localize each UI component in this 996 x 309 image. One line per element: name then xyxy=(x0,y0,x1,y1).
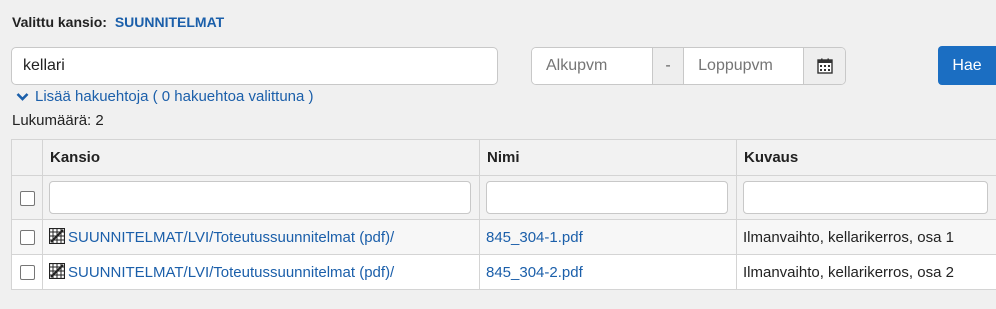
folder-grid-icon xyxy=(49,228,65,244)
filter-cell-name xyxy=(479,175,737,220)
selected-folder-label: Valittu kansio: xyxy=(12,14,107,30)
selected-folder-value: SUUNNITELMAT xyxy=(114,14,225,30)
chevron-down-icon xyxy=(16,92,29,101)
row-description: Ilmanvaihto, kellarikerros, osa 2 xyxy=(736,254,996,290)
filter-cell-folder xyxy=(42,175,480,220)
row-file-link[interactable]: 845_304-2.pdf xyxy=(486,264,583,281)
column-header-name[interactable]: Nimi xyxy=(479,139,737,176)
row-folder-cell: SUUNNITELMAT/LVI/Toteutussuunnitelmat (p… xyxy=(42,219,480,255)
filter-row xyxy=(11,175,996,220)
row-select-cell xyxy=(11,219,43,255)
column-header-folder[interactable]: Kansio xyxy=(42,139,480,176)
filter-cell-description xyxy=(736,175,996,220)
search-button[interactable]: Hae xyxy=(938,46,996,85)
row-checkbox[interactable] xyxy=(19,265,35,281)
row-folder-cell: SUUNNITELMAT/LVI/Toteutussuunnitelmat (p… xyxy=(42,254,480,290)
table-row: SUUNNITELMAT/LVI/Toteutussuunnitelmat (p… xyxy=(11,254,996,290)
filter-description-input[interactable] xyxy=(743,181,988,214)
header-select xyxy=(11,139,43,176)
row-checkbox[interactable] xyxy=(19,230,35,246)
calendar-button[interactable] xyxy=(803,48,845,84)
filter-name-input[interactable] xyxy=(486,181,728,214)
selected-folder: Valittu kansio: SUUNNITELMAT xyxy=(12,14,224,30)
folder-grid-icon xyxy=(49,263,65,279)
search-input[interactable] xyxy=(11,47,498,85)
column-header-description[interactable]: Kuvaus xyxy=(736,139,996,176)
row-description: Ilmanvaihto, kellarikerros, osa 1 xyxy=(736,219,996,255)
calendar-icon xyxy=(816,58,833,74)
date-range: - xyxy=(531,47,846,85)
results-table: Kansio Nimi Kuvaus SUUNNITELMAT/LVI/Tote… xyxy=(11,139,996,290)
more-criteria-label: Lisää hakuehtoja ( 0 hakuehtoa valittuna… xyxy=(35,88,314,105)
row-select-cell xyxy=(11,254,43,290)
start-date-input[interactable] xyxy=(532,48,652,84)
row-file-link[interactable]: 845_304-1.pdf xyxy=(486,229,583,246)
end-date-input[interactable] xyxy=(684,48,804,84)
date-separator: - xyxy=(652,48,685,84)
result-count: Lukumäärä: 2 xyxy=(12,112,104,129)
table-row: SUUNNITELMAT/LVI/Toteutussuunnitelmat (p… xyxy=(11,219,996,255)
select-all-checkbox[interactable] xyxy=(19,190,35,206)
table-header: Kansio Nimi Kuvaus xyxy=(11,139,996,176)
row-name-cell: 845_304-1.pdf xyxy=(479,219,737,255)
select-all-cell xyxy=(11,175,43,220)
more-criteria-link[interactable]: Lisää hakuehtoja ( 0 hakuehtoa valittuna… xyxy=(16,88,314,105)
filter-folder-input[interactable] xyxy=(49,181,471,214)
row-folder-link[interactable]: SUUNNITELMAT/LVI/Toteutussuunnitelmat (p… xyxy=(68,229,394,246)
row-name-cell: 845_304-2.pdf xyxy=(479,254,737,290)
row-folder-link[interactable]: SUUNNITELMAT/LVI/Toteutussuunnitelmat (p… xyxy=(68,264,394,281)
